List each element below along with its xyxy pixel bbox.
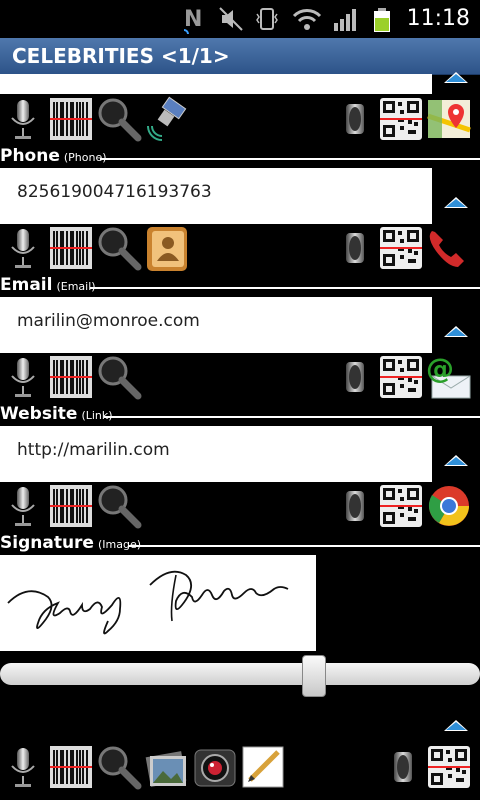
draw-icon[interactable] [240, 744, 286, 790]
qr-code-icon[interactable] [378, 354, 424, 400]
signal-icon [334, 9, 356, 31]
email-icon[interactable]: @ [426, 354, 472, 400]
speaker-icon[interactable] [332, 225, 378, 271]
search-icon[interactable] [96, 744, 142, 790]
satellite-icon[interactable] [144, 96, 190, 142]
slider-track[interactable] [0, 663, 480, 685]
microphone-icon[interactable] [0, 483, 46, 529]
collapse-arrow-icon[interactable] [444, 720, 468, 731]
website-field[interactable]: http://marilin.com [0, 426, 432, 482]
collapse-arrow-icon[interactable] [444, 326, 468, 337]
qr-code-icon[interactable] [426, 744, 472, 790]
search-icon[interactable] [96, 354, 142, 400]
page-title: CELEBRITIES <1/1> [12, 44, 230, 68]
mute-icon [219, 7, 243, 31]
speaker-icon[interactable] [380, 744, 426, 790]
nfc-icon: N [183, 7, 202, 34]
email-label: Email (Email) [0, 275, 96, 295]
barcode-icon[interactable] [48, 225, 94, 271]
qr-code-icon[interactable] [378, 96, 424, 142]
signature-image[interactable] [0, 555, 316, 651]
search-icon[interactable] [96, 96, 142, 142]
barcode-icon[interactable] [48, 96, 94, 142]
email-field[interactable]: marilin@monroe.com [0, 297, 432, 353]
address-field[interactable] [0, 74, 432, 94]
website-label: Website (Link) [0, 404, 113, 424]
speaker-icon[interactable] [332, 483, 378, 529]
barcode-icon[interactable] [48, 483, 94, 529]
microphone-icon[interactable] [0, 225, 46, 271]
phone-field[interactable]: 825619004716193763 [0, 168, 432, 224]
speaker-icon[interactable] [332, 354, 378, 400]
collapse-arrow-icon[interactable] [444, 197, 468, 208]
vibrate-icon [256, 8, 278, 30]
status-bar: N 11:18 [0, 0, 480, 38]
clock: 11:18 [406, 6, 470, 31]
contacts-icon[interactable] [144, 225, 190, 271]
collapse-arrow-icon[interactable] [444, 455, 468, 466]
gallery-icon[interactable] [144, 744, 190, 790]
divider [128, 545, 480, 547]
battery-icon [374, 8, 390, 32]
svg-text:@: @ [426, 354, 454, 385]
divider [90, 287, 480, 289]
title-bar: CELEBRITIES <1/1> [0, 38, 480, 75]
maps-icon[interactable] [426, 96, 472, 142]
microphone-icon[interactable] [0, 744, 46, 790]
phone-label: Phone (Phone) [0, 146, 107, 166]
qr-code-icon[interactable] [378, 483, 424, 529]
search-icon[interactable] [96, 225, 142, 271]
speaker-icon[interactable] [332, 96, 378, 142]
browser-icon[interactable] [426, 483, 472, 529]
wifi-icon [292, 9, 322, 30]
qr-code-icon[interactable] [378, 225, 424, 271]
microphone-icon[interactable] [0, 96, 46, 142]
divider [104, 416, 480, 418]
search-icon[interactable] [96, 483, 142, 529]
signature-drawing [7, 570, 289, 635]
camera-icon[interactable] [192, 744, 238, 790]
slider-thumb[interactable] [302, 655, 326, 697]
phone-call-icon[interactable] [426, 225, 472, 271]
microphone-icon[interactable] [0, 354, 46, 400]
collapse-arrow-icon[interactable] [444, 72, 468, 83]
barcode-icon[interactable] [48, 354, 94, 400]
barcode-icon[interactable] [48, 744, 94, 790]
signature-label: Signature (Image) [0, 533, 142, 553]
divider [100, 158, 480, 160]
svg-text:N: N [184, 7, 202, 32]
